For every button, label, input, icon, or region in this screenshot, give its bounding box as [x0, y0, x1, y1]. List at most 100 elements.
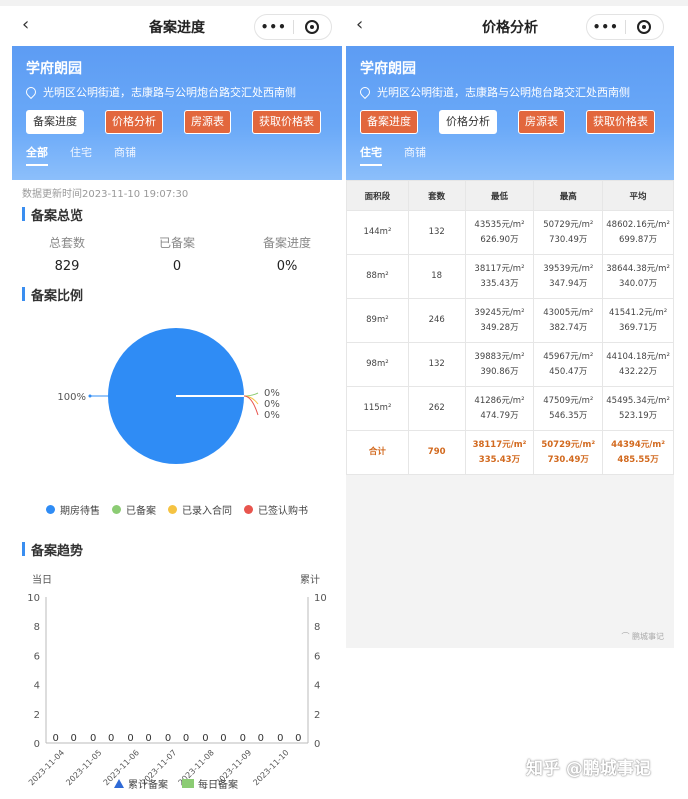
min-price-cell: 38117元/m² 335.43万	[464, 254, 535, 299]
get-price-list-button[interactable]: 获取价格表	[252, 110, 321, 134]
cumulative-data-label: 0	[165, 733, 171, 744]
cell-primary-text: 38644.38元/m²	[606, 263, 670, 274]
filing-progress-panel: ‹ 备案进度 ••• 学府朗园 光明区公明街道，志康路与公明炮台路交汇处西南侧 …	[12, 6, 342, 798]
pie-value-label-3: 0%	[264, 410, 280, 421]
cell-primary-text: 246	[428, 315, 445, 325]
cumulative-data-label: 0	[127, 733, 133, 744]
cell-primary-text: 41541.2元/m²	[608, 307, 668, 318]
stat-progress: 备案进度 0%	[232, 234, 342, 274]
more-icon[interactable]: •••	[587, 20, 625, 34]
cell-secondary-text: 699.87万	[618, 234, 658, 245]
cell-secondary-text: 335.43万	[478, 454, 521, 465]
legend-swatch	[244, 505, 253, 514]
location-pin-icon	[357, 84, 373, 100]
pie-value-label-2: 0%	[264, 399, 280, 410]
cell-primary-text: 98m²	[366, 359, 389, 369]
filing-trend-chart: 当日 累计0 02 24 46 68 810 100 02023-11-040 02023-11-…	[27, 573, 327, 791]
pie-legend-item[interactable]: 已备案	[112, 502, 156, 517]
pie-value-label-1: 0%	[264, 388, 280, 399]
cumulative-data-label: 0	[90, 733, 96, 744]
pie-legend-item[interactable]: 已录入合同	[168, 502, 232, 517]
total-row: 合计 790 38117元/m² 335.43万 50729元/m² 730.49万 443…	[346, 430, 674, 475]
more-icon[interactable]: •••	[255, 20, 293, 34]
filing-ratio-pie-chart: 100% 0%0%0%	[57, 328, 280, 464]
price-analysis-button[interactable]: 价格分析	[439, 110, 497, 134]
max-price-cell: 43005元/m² 382.74万	[533, 298, 604, 343]
address-text: 光明区公明街道，志康路与公明炮台路交汇处西南侧	[377, 86, 630, 99]
action-buttons: 备案进度 价格分析 房源表 获取价格表	[360, 110, 660, 134]
min-price-cell: 43535元/m² 626.90万	[464, 210, 535, 255]
get-price-list-button[interactable]: 获取价格表	[586, 110, 655, 134]
action-buttons: 备案进度 价格分析 房源表 获取价格表	[26, 110, 328, 134]
trend-legend-cumulative[interactable]: 累计备案	[128, 778, 168, 791]
daily-data-label: 0	[145, 733, 151, 744]
legend-square-icon	[182, 779, 194, 788]
right-y-tick-label: 0	[314, 739, 320, 750]
price-table: 面积段 套数 最低 最高 平均 144m² 132 43535元/m² 626.90万…	[346, 180, 674, 475]
cell-primary-text: 132	[428, 227, 445, 237]
right-y-tick-label: 10	[314, 593, 327, 604]
cell-primary-text: 89m²	[366, 315, 389, 325]
cell-primary-text: 47509元/m²	[543, 395, 594, 406]
cell-primary-text: 39245元/m²	[474, 307, 525, 318]
x-tick-label: 2023-11-05	[64, 748, 103, 787]
nav-bar: ‹ 备案进度 •••	[12, 6, 342, 46]
cell-secondary-text: 432.22万	[618, 366, 658, 377]
price-analysis-panel: ‹ 价格分析 ••• 学府朗园 光明区公明街道，志康路与公明炮台路交汇处西南侧 …	[346, 6, 674, 648]
pie-legend-item[interactable]: 已签认购书	[244, 502, 308, 517]
area-cell: 合计	[346, 430, 409, 475]
legend-label: 已备案	[126, 506, 156, 517]
trend-section-title: 备案趋势	[22, 539, 332, 559]
cell-primary-text: 39883元/m²	[474, 351, 525, 362]
cell-secondary-text: 523.19万	[618, 410, 658, 421]
cell-secondary-text: 730.49万	[549, 234, 588, 245]
cell-secondary-text: 474.79万	[480, 410, 519, 421]
cell-primary-text: 50729元/m²	[541, 439, 596, 450]
table-row: 98m² 132 39883元/m² 390.86万 45967元/m² 450.47万 4…	[346, 342, 674, 387]
filing-progress-button[interactable]: 备案进度	[360, 110, 418, 134]
daily-data-label: 0	[71, 733, 77, 744]
count-cell: 790	[407, 430, 466, 475]
close-target-icon[interactable]	[625, 20, 663, 34]
price-analysis-button[interactable]: 价格分析	[105, 110, 163, 134]
cell-secondary-text: 347.94万	[549, 278, 588, 289]
filing-progress-button[interactable]: 备案进度	[26, 110, 84, 134]
pie-legend-item[interactable]: 期房待售	[46, 502, 100, 517]
tab-all[interactable]: 全部	[26, 144, 48, 166]
listing-table-button[interactable]: 房源表	[518, 110, 565, 134]
cell-primary-text: 45495.34元/m²	[606, 395, 670, 406]
min-price-cell: 38117元/m² 335.43万	[464, 430, 535, 475]
legend-label: 已录入合同	[182, 506, 232, 517]
left-y-tick-label: 10	[27, 593, 40, 604]
stat-value: 0%	[276, 259, 298, 274]
area-cell: 88m²	[346, 254, 409, 299]
overview-title-text: 备案总览	[31, 208, 84, 224]
min-price-cell: 39883元/m² 390.86万	[464, 342, 535, 387]
left-axis-label: 当日	[32, 573, 52, 586]
legend-label: 期房待售	[60, 506, 100, 517]
right-axis-label: 累计	[300, 573, 320, 586]
tab-shops[interactable]: 商铺	[404, 144, 426, 166]
stat-total: 总套数 829	[12, 234, 122, 274]
col-min: 最低	[464, 180, 535, 211]
project-name: 学府朗园	[26, 61, 82, 77]
tab-residential[interactable]: 住宅	[70, 144, 92, 166]
overview-stats: 总套数 829 已备案 0 备案进度 0%	[12, 234, 342, 274]
x-tick-label: 2023-11-10	[251, 748, 290, 787]
close-target-icon[interactable]	[293, 20, 331, 34]
listing-table-button[interactable]: 房源表	[184, 110, 231, 134]
left-y-tick-label: 8	[34, 622, 40, 633]
trend-legend-daily[interactable]: 每日备案	[198, 778, 238, 791]
stat-label: 总套数	[48, 236, 85, 250]
col-count: 套数	[407, 180, 466, 211]
count-cell: 262	[407, 386, 466, 431]
table-row: 115m² 262 41286元/m² 474.79万 47509元/m² 546.35万…	[346, 386, 674, 431]
col-area: 面积段	[346, 180, 409, 211]
pie-value-label-0: 100%	[57, 392, 86, 403]
tab-shops[interactable]: 商铺	[114, 144, 136, 166]
tab-residential[interactable]: 住宅	[360, 144, 382, 166]
avg-price-cell: 45495.34元/m² 523.19万	[602, 386, 674, 431]
avg-price-cell: 44104.18元/m² 432.22万	[602, 342, 674, 387]
cell-primary-text: 132	[428, 359, 445, 369]
area-cell: 98m²	[346, 342, 409, 387]
